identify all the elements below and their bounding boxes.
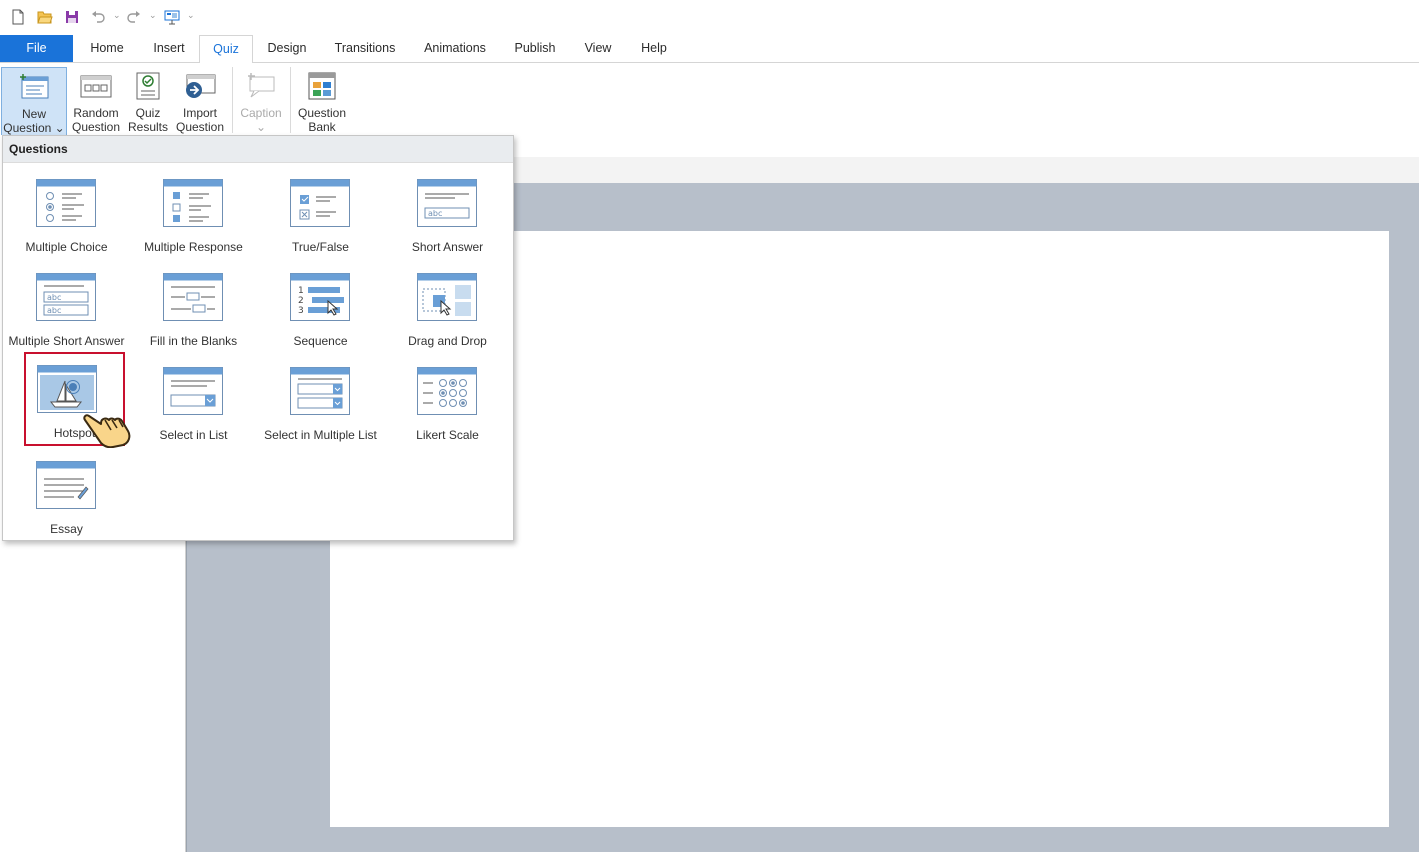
undo-icon[interactable] [90, 8, 106, 26]
tab-animations[interactable]: Animations [414, 35, 496, 62]
ribbon-separator [290, 67, 291, 133]
tab-quiz[interactable]: Quiz [199, 35, 253, 64]
select-in-list-icon [163, 367, 223, 415]
presentation-icon[interactable] [163, 8, 181, 26]
quiz-results-button[interactable]: Quiz Results [126, 67, 170, 135]
select-in-list-item[interactable]: Select in List [130, 354, 257, 448]
new-question-button[interactable]: New Question ⌄ [1, 67, 67, 137]
multiple-response-icon [163, 179, 223, 227]
svg-text:abc: abc [428, 209, 442, 218]
select-in-multiple-list-icon [290, 367, 350, 415]
multiple-choice-icon [36, 179, 96, 227]
short-answer-icon: abc [417, 179, 477, 227]
new-question-icon [17, 70, 51, 104]
customize-toolbar-icon[interactable]: ⌄ [187, 10, 195, 21]
fill-in-the-blanks-item[interactable]: Fill in the Blanks [130, 260, 257, 354]
new-question-label-2: Question ⌄ [3, 121, 65, 135]
caption-icon [244, 69, 278, 103]
likert-scale-item[interactable]: Likert Scale [384, 354, 511, 448]
dropdown-header: Questions [3, 136, 513, 163]
multiple-response-label: Multiple Response [144, 240, 243, 254]
undo-dropdown-icon[interactable]: ⌄ [113, 10, 121, 21]
quiz-results-label-1: Quiz [135, 106, 161, 120]
redo-dropdown-icon[interactable]: ⌄ [149, 10, 157, 21]
likert-scale-icon [417, 367, 477, 415]
tab-file[interactable]: File [0, 35, 73, 62]
short-answer-label: Short Answer [411, 240, 484, 254]
import-question-label-2: Question [175, 120, 225, 134]
caption-button[interactable]: Caption ⌄ [237, 67, 285, 135]
fill-in-the-blanks-icon [163, 273, 223, 321]
quiz-results-icon [131, 69, 165, 103]
fill-in-the-blanks-label: Fill in the Blanks [149, 334, 238, 348]
question-bank-icon [305, 69, 339, 103]
multiple-short-answer-label: Multiple Short Answer [8, 334, 125, 348]
hotspot-item[interactable]: Hotspot [24, 352, 125, 446]
redo-icon[interactable] [126, 8, 142, 26]
questions-dropdown: Questions Multiple Choice Multiple Respo… [2, 135, 514, 541]
true-false-icon [290, 179, 350, 227]
tab-transitions[interactable]: Transitions [326, 35, 404, 62]
quiz-results-label-2: Results [127, 120, 168, 134]
svg-text:abc: abc [47, 293, 61, 302]
multiple-response-item[interactable]: Multiple Response [130, 166, 257, 260]
drag-and-drop-label: Drag and Drop [408, 334, 487, 348]
random-question-button[interactable]: Random Question [68, 67, 124, 135]
random-question-icon [79, 69, 113, 103]
import-question-button[interactable]: Import Question [173, 67, 227, 135]
likert-scale-label: Likert Scale [416, 428, 479, 442]
svg-text:1: 1 [298, 286, 304, 296]
sequence-label: Sequence [293, 334, 348, 348]
caption-label: Caption [240, 106, 282, 120]
tab-publish[interactable]: Publish [505, 35, 565, 62]
multiple-choice-item[interactable]: Multiple Choice [3, 166, 130, 260]
drag-and-drop-item[interactable]: Drag and Drop [384, 260, 511, 354]
ribbon-separator [232, 67, 233, 133]
true-false-label: True/False [292, 240, 349, 254]
short-answer-item[interactable]: abc Short Answer [384, 166, 511, 260]
select-in-list-label: Select in List [159, 428, 228, 442]
select-in-multiple-list-label: Select in Multiple List [264, 428, 377, 442]
import-question-label-1: Import [182, 106, 217, 120]
true-false-item[interactable]: True/False [257, 166, 384, 260]
essay-icon [36, 461, 96, 509]
essay-label: Essay [50, 522, 83, 536]
ribbon-tab-row: File Home Insert Quiz Design Transitions… [0, 35, 1419, 64]
svg-text:abc: abc [47, 306, 61, 315]
hotspot-icon [37, 365, 97, 413]
select-in-multiple-list-item[interactable]: Select in Multiple List [257, 354, 384, 448]
caption-dropdown-icon: ⌄ [255, 120, 267, 134]
multiple-choice-label: Multiple Choice [25, 240, 108, 254]
drag-and-drop-icon [417, 273, 477, 321]
question-bank-button[interactable]: Question Bank [294, 67, 350, 135]
svg-text:2: 2 [298, 296, 304, 306]
svg-text:3: 3 [298, 306, 304, 316]
random-question-label-2: Question [71, 120, 121, 134]
hotspot-label: Hotspot [53, 426, 96, 440]
sequence-item[interactable]: 123 Sequence [257, 260, 384, 354]
tab-home[interactable]: Home [78, 35, 136, 62]
import-question-icon [183, 69, 217, 103]
essay-item[interactable]: Essay [3, 448, 130, 542]
tab-help[interactable]: Help [630, 35, 678, 62]
tab-design[interactable]: Design [255, 35, 319, 62]
question-bank-label-2: Bank [308, 120, 336, 134]
quick-access-toolbar: ⌄ ⌄ ⌄ [0, 0, 1419, 34]
tab-view[interactable]: View [575, 35, 621, 62]
save-icon[interactable] [63, 8, 81, 26]
quiz-ribbon: New Question ⌄ Random Question Quiz Resu… [0, 63, 1419, 137]
sequence-icon: 123 [290, 273, 350, 321]
tab-insert[interactable]: Insert [140, 35, 198, 62]
question-bank-label-1: Question [297, 106, 347, 120]
new-question-label-1: New [21, 107, 46, 121]
multiple-short-answer-item[interactable]: abc abc Multiple Short Answer [3, 260, 130, 354]
random-question-label-1: Random [73, 106, 119, 120]
new-file-icon[interactable] [10, 8, 26, 26]
multiple-short-answer-icon: abc abc [36, 273, 96, 321]
open-folder-icon[interactable] [36, 8, 54, 26]
